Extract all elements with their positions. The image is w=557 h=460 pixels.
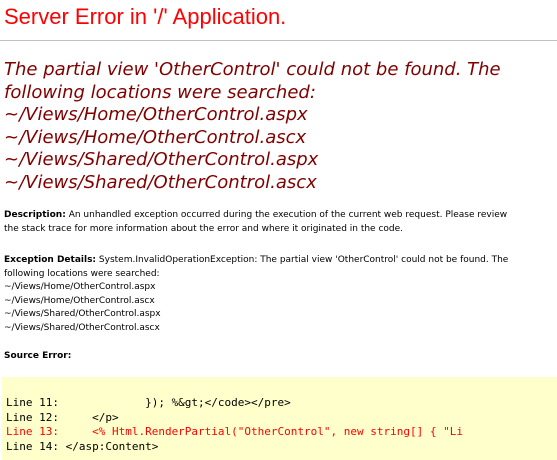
- error-message-line: ~/Views/Shared/OtherControl.ascx: [4, 171, 317, 193]
- exception-line: ~/Views/Home/OtherControl.aspx: [4, 282, 156, 292]
- description-section: Description: An unhandled exception occu…: [4, 209, 507, 236]
- code-line: Line 12: </p>: [6, 410, 119, 424]
- error-message-line: ~/Views/Shared/OtherControl.aspx: [4, 149, 319, 170]
- exception-line: Exception Details: System.InvalidOperati…: [4, 254, 508, 268]
- code-line: Line 11: }); %&gt;</code></pre>: [6, 396, 291, 409]
- exception-label: Exception Details:: [4, 255, 97, 265]
- error-message-line: ~/Views/Home/OtherControl.ascx: [4, 126, 307, 148]
- exception-line: ~/Views/Shared/OtherControl.ascx: [4, 322, 160, 333]
- code-line-error: Line 13: <% Html.RenderPartial("OtherCon…: [6, 425, 463, 438]
- source-error-section: Source Error:: [4, 350, 71, 364]
- error-message-line: The partial view 'OtherControl' could no…: [4, 59, 501, 80]
- exception-line: following locations were searched:: [4, 268, 160, 279]
- page-title: Server Error in '/' Application.: [4, 4, 287, 29]
- title-divider: [0, 40, 557, 41]
- error-message: The partial view 'OtherControl' could no…: [4, 59, 501, 194]
- description-line: Description: An unhandled exception occu…: [4, 209, 507, 223]
- description-label: Description:: [4, 210, 66, 220]
- source-code-box: Line 11: }); %&gt;</code></pre> Line 12: …: [2, 377, 557, 460]
- description-text: An unhandled exception occurred during t…: [68, 210, 508, 220]
- exception-line: ~/Views/Home/OtherControl.ascx: [4, 295, 155, 306]
- error-message-line: following locations were searched:: [4, 81, 316, 103]
- exception-text: System.InvalidOperationException: The pa…: [98, 255, 509, 265]
- description-line: the stack trace for more information abo…: [4, 223, 404, 234]
- exception-line: ~/Views/Shared/OtherControl.aspx: [4, 309, 161, 319]
- error-message-line: ~/Views/Home/OtherControl.aspx: [4, 104, 308, 125]
- source-code: Line 11: }); %&gt;</code></pre> Line 12: …: [6, 396, 463, 454]
- source-error-label: Source Error:: [4, 351, 72, 361]
- exception-details-section: Exception Details: System.InvalidOperati…: [4, 254, 508, 335]
- code-line: Line 14: </asp:Content>: [6, 439, 159, 453]
